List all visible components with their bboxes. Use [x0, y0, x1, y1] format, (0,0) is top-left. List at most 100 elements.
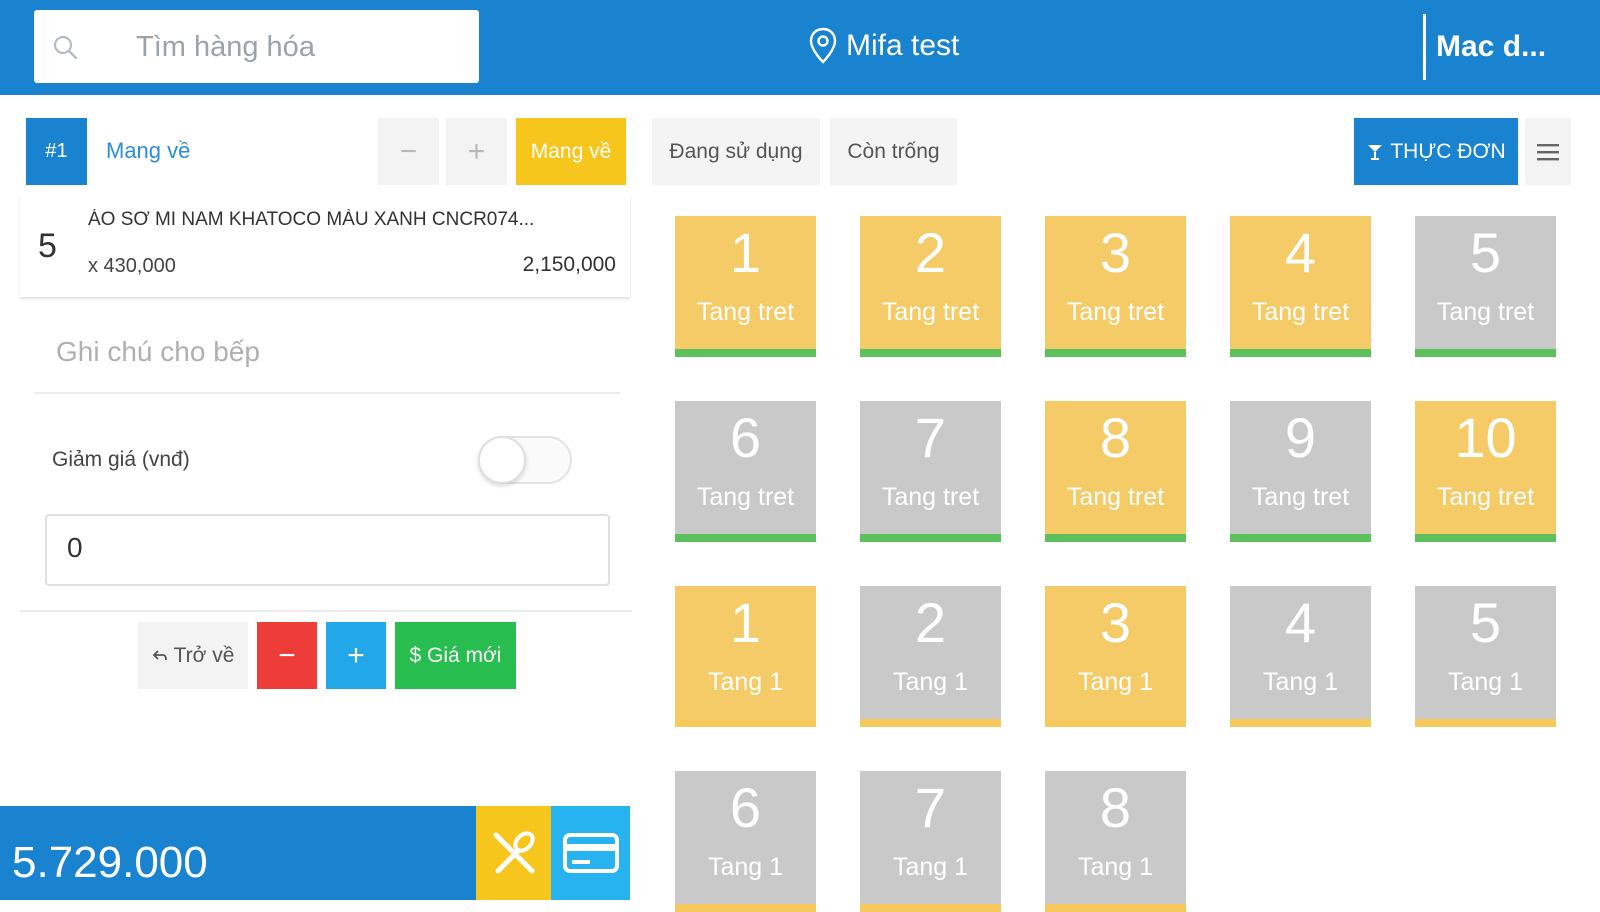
table-floor-bar: [860, 719, 1001, 727]
item-quantity: 5: [38, 227, 57, 265]
filter-in-use-button[interactable]: Đang sử dụng: [652, 118, 820, 185]
cocktail-icon: [1368, 144, 1383, 160]
table-number: 9: [1284, 406, 1317, 469]
table-floor-bar: [1230, 719, 1371, 727]
table-tile[interactable]: 2 Tang 1: [860, 586, 1001, 727]
panel-divider: [20, 610, 632, 612]
table-tile[interactable]: 2 Tang tret: [860, 216, 1001, 357]
location-selector[interactable]: Mifa test: [808, 24, 959, 68]
total-bar: 5.729.000: [0, 806, 476, 900]
menu-button[interactable]: THỰC ĐƠN: [1354, 118, 1518, 185]
table-tile[interactable]: 5 Tang 1: [1415, 586, 1556, 727]
back-button[interactable]: Trở về: [138, 622, 248, 689]
hamburger-menu-button[interactable]: [1525, 118, 1571, 185]
table-area: Tang tret: [881, 483, 980, 511]
new-price-button[interactable]: $ Giá mới: [395, 622, 516, 689]
order-type-link[interactable]: Mang về: [106, 138, 190, 164]
table-area: Tang tret: [1251, 483, 1350, 511]
table-floor-bar: [1045, 904, 1186, 912]
search-box[interactable]: [34, 10, 479, 83]
table-floor-bar: [1230, 349, 1371, 357]
table-number: 4: [1284, 221, 1317, 284]
order-decrease-button[interactable]: −: [378, 118, 439, 185]
table-area: Tang 1: [707, 668, 784, 696]
table-area: Tang tret: [1066, 298, 1165, 326]
table-tile[interactable]: 4 Tang tret: [1230, 216, 1371, 357]
table-number: 1: [729, 221, 762, 284]
table-number: 6: [729, 406, 762, 469]
takeaway-button[interactable]: Mang về: [516, 118, 626, 185]
order-tab-1[interactable]: #1: [26, 118, 87, 185]
table-floor-bar: [1230, 534, 1371, 542]
table-floor-bar: [860, 904, 1001, 912]
table-number: 3: [1099, 221, 1132, 284]
table-floor-bar: [1415, 719, 1556, 727]
table-floor-bar: [675, 534, 816, 542]
user-name[interactable]: Mac d...: [1436, 30, 1546, 64]
table-area: Tang 1: [892, 853, 969, 881]
filter-free-button[interactable]: Còn trống: [830, 118, 957, 185]
table-floor-bar: [1415, 349, 1556, 357]
fork-knife-icon: [493, 831, 535, 874]
kitchen-note-field[interactable]: [34, 318, 620, 394]
table-area: Tang 1: [892, 668, 969, 696]
top-bar: Mifa test Mac d...: [0, 0, 1600, 95]
table-number: 7: [914, 776, 947, 839]
table-grid: 1 Tang tret 2 Tang tret 3 Tang tret 4 Tang tret…: [675, 216, 1556, 912]
discount-input[interactable]: [67, 532, 567, 564]
item-minus-button[interactable]: −: [257, 622, 317, 689]
discount-field[interactable]: [45, 514, 610, 586]
table-tile[interactable]: 8 Tang tret: [1045, 401, 1186, 542]
kitchen-note-input[interactable]: [56, 336, 596, 368]
item-name: ÁO SƠ MI NAM KHATOCO MÀU XANH CNCR074...: [88, 209, 535, 230]
table-tile[interactable]: 5 Tang tret: [1415, 216, 1556, 357]
table-floor-bar: [675, 349, 816, 357]
item-unit-price: x 430,000: [88, 255, 176, 277]
table-floor-bar: [1045, 349, 1186, 357]
search-icon: [53, 35, 78, 60]
table-number: 5: [1469, 221, 1502, 284]
table-area: Tang tret: [1436, 483, 1535, 511]
order-increase-button[interactable]: +: [446, 118, 507, 185]
table-floor-bar: [1415, 534, 1556, 542]
table-floor-bar: [860, 349, 1001, 357]
table-tile[interactable]: 7 Tang 1: [860, 771, 1001, 912]
order-item-row[interactable]: 5 ÁO SƠ MI NAM KHATOCO MÀU XANH CNCR074.…: [20, 195, 630, 297]
table-number: 2: [914, 221, 947, 284]
table-tile[interactable]: 10 Tang tret: [1415, 401, 1556, 542]
item-plus-button[interactable]: +: [326, 622, 386, 689]
table-number: 8: [1099, 776, 1132, 839]
table-floor-bar: [675, 904, 816, 912]
discount-toggle[interactable]: [478, 436, 572, 484]
table-area: Tang tret: [696, 298, 795, 326]
table-area: Tang tret: [1251, 298, 1350, 326]
table-area: Tang tret: [1436, 298, 1535, 326]
payment-button[interactable]: [551, 806, 630, 900]
header-divider: [1423, 14, 1426, 80]
table-tile[interactable]: 3 Tang tret: [1045, 216, 1186, 357]
table-number: 6: [729, 776, 762, 839]
table-tile[interactable]: 6 Tang 1: [675, 771, 816, 912]
table-number: 5: [1469, 591, 1502, 654]
table-area: Tang 1: [1447, 668, 1524, 696]
grand-total: 5.729.000: [12, 838, 208, 887]
table-tile[interactable]: 1 Tang tret: [675, 216, 816, 357]
table-tile[interactable]: 6 Tang tret: [675, 401, 816, 542]
table-area: Tang tret: [1066, 483, 1165, 511]
table-tile[interactable]: 1 Tang 1: [675, 586, 816, 727]
table-tile[interactable]: 7 Tang tret: [860, 401, 1001, 542]
table-number: 1: [729, 591, 762, 654]
location-pin-icon: [809, 27, 837, 64]
search-input[interactable]: [136, 28, 466, 66]
table-number: 3: [1099, 591, 1132, 654]
table-tile[interactable]: 3 Tang 1: [1045, 586, 1186, 727]
table-area: Tang tret: [696, 483, 795, 511]
item-total: 2,150,000: [522, 253, 616, 276]
table-tile[interactable]: 4 Tang 1: [1230, 586, 1371, 727]
send-to-kitchen-button[interactable]: [476, 806, 551, 900]
table-tile[interactable]: 9 Tang tret: [1230, 401, 1371, 542]
hamburger-icon: [1537, 143, 1559, 160]
table-number: 2: [914, 591, 947, 654]
table-area: Tang 1: [1077, 668, 1154, 696]
table-tile[interactable]: 8 Tang 1: [1045, 771, 1186, 912]
